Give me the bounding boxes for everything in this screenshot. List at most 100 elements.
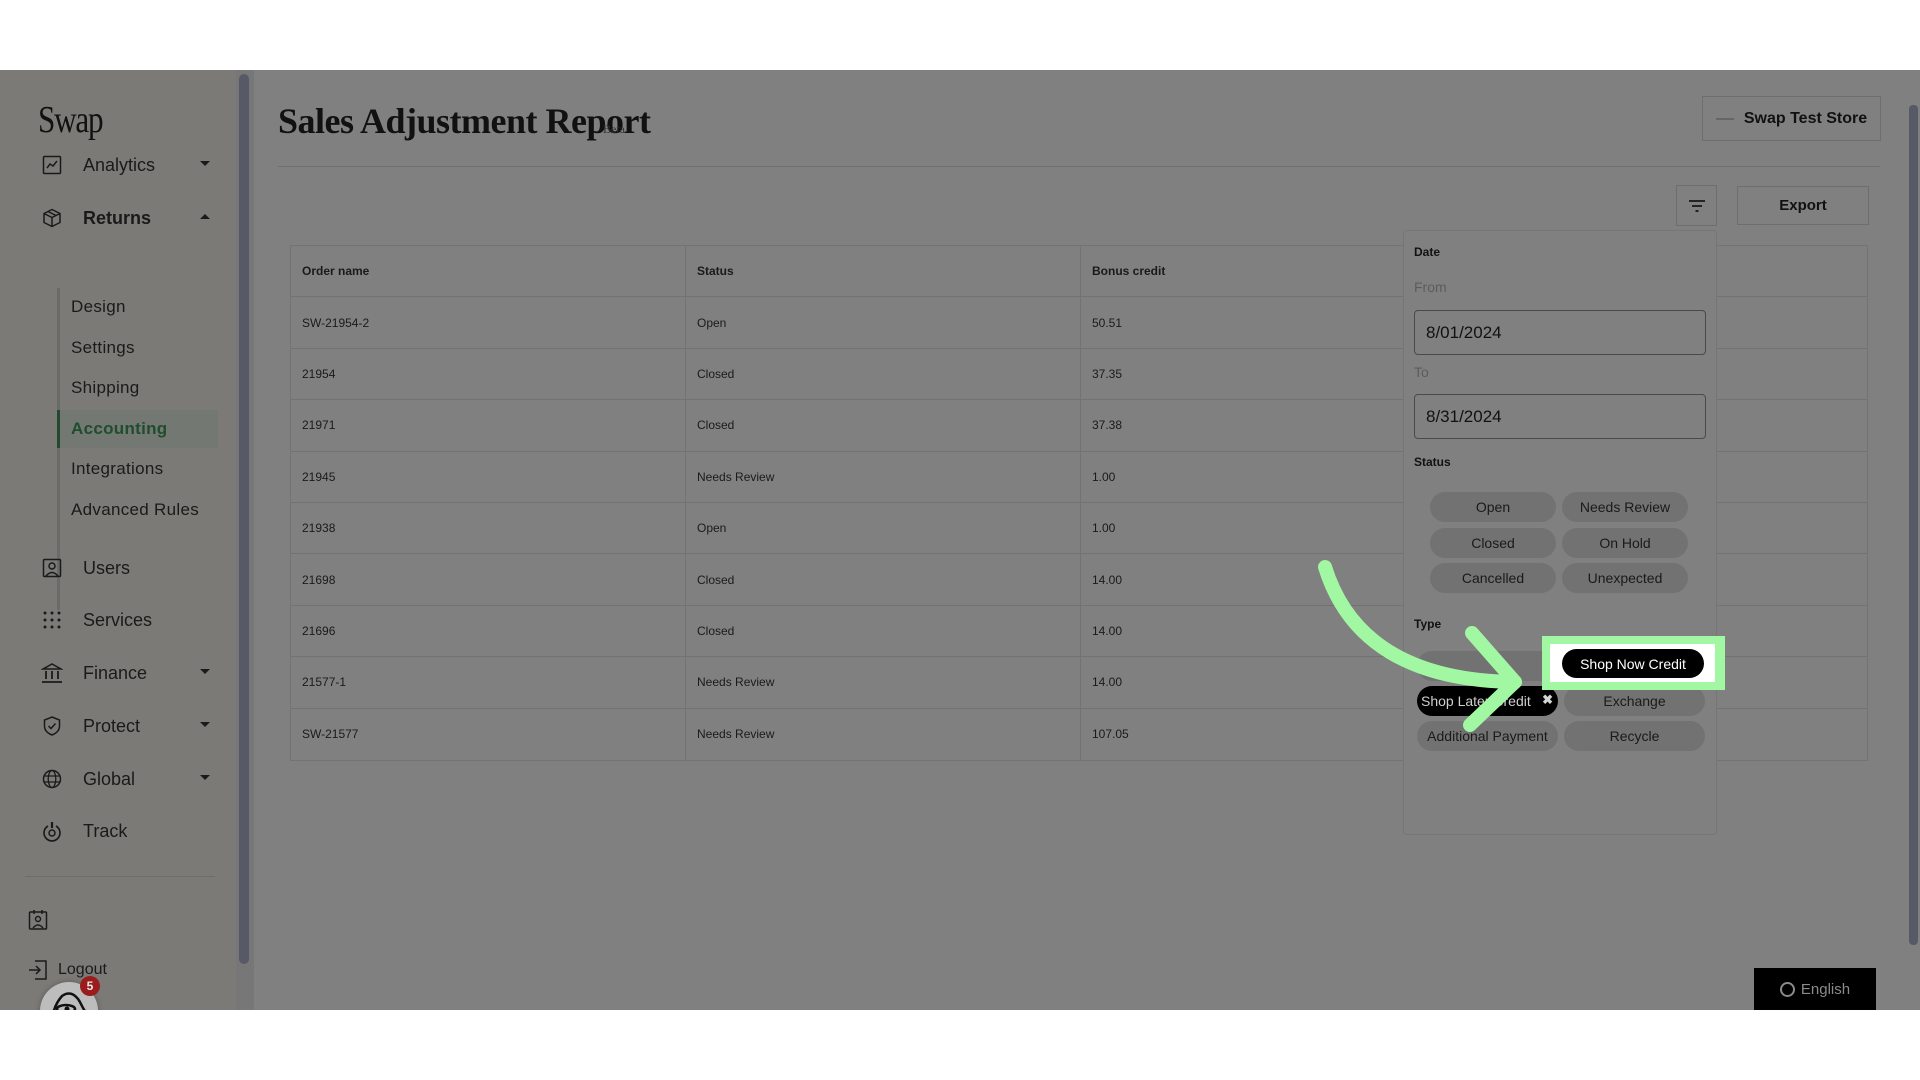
bottom-margin [0,1010,1920,1080]
sidebar-item-services[interactable]: Services [40,603,210,637]
status-chip-on-hold[interactable]: On Hold [1562,528,1688,558]
sidebar-item-users[interactable]: Users [40,551,210,585]
cell-order-name: SW-21577 [291,708,686,760]
cell-status: Closed [686,400,1081,451]
user-icon [40,556,64,580]
cell-status: Needs Review [686,657,1081,708]
sidebar-item-label: Returns [83,207,152,228]
sidebar-item-label: Analytics [83,154,156,175]
column-header-status[interactable]: Status [686,246,1081,297]
sidebar-scrollbar[interactable] [239,74,249,964]
shield-icon [40,714,64,738]
store-logo-icon [1715,117,1734,120]
status-chip-closed[interactable]: Closed [1430,528,1556,558]
chevron-down-icon[interactable] [200,722,210,727]
cell-status: Open [686,297,1081,348]
status-chip-unexpected[interactable]: Unexpected [1562,563,1688,593]
cell-order-name: 21945 [291,451,686,502]
type-chip-exchange[interactable]: Exchange [1564,686,1705,716]
cell-status: Needs Review [686,708,1081,760]
sidebar-item-label: Finance [83,662,148,683]
from-date-input[interactable]: 8/01/2024 [1414,310,1706,355]
store-selector-button[interactable]: Swap Test Store [1702,96,1881,141]
cell-status: Closed [686,348,1081,400]
column-header-order-name[interactable]: Order name [291,246,686,297]
beta-badge: Beta [603,122,625,136]
sidebar-item-protect[interactable]: Protect [40,709,210,743]
logo[interactable]: Swap [38,98,104,142]
chevron-down-icon[interactable] [200,775,210,780]
status-chip-needs-review[interactable]: Needs Review [1562,492,1688,522]
account-item[interactable] [28,905,58,935]
sidebar-item-label: Global [83,768,136,789]
type-chip-shop-later-credit[interactable]: Shop Later Credit ✖ [1417,686,1558,716]
sidebar-subitem-integrations[interactable]: Integrations [57,450,218,488]
type-section-label: Type [1414,617,1442,631]
sidebar-item-global[interactable]: Global [40,762,210,796]
to-date-input[interactable]: 8/31/2024 [1414,394,1706,439]
app-window: Swap Analytics Returns Design Settings S… [0,70,1920,1010]
box-icon [40,206,64,230]
store-name: Swap Test Store [1743,109,1868,127]
cell-order-name: 21696 [291,605,686,657]
chevron-down-icon[interactable] [200,161,210,166]
chart-icon [40,153,64,177]
logout-icon [29,960,47,980]
sidebar-subitem-settings[interactable]: Settings [57,329,218,367]
cell-status: Open [686,502,1081,554]
logout-label: Logout [58,961,107,978]
type-chip-additional-payment[interactable]: Additional Payment [1417,721,1558,751]
top-margin [0,0,1920,70]
language-button[interactable]: English [1754,968,1876,1010]
from-label: From [1414,279,1447,295]
cell-order-name: 21954 [291,348,686,400]
cell-order-name: 21577-1 [291,657,686,708]
cell-order-name: SW-21954-2 [291,297,686,348]
cell-order-name: 21938 [291,502,686,554]
sidebar-item-label: Track [83,820,128,841]
sidebar-item-label: Protect [83,715,141,736]
grid-icon [40,608,64,632]
sidebar-subitem-advanced-rules[interactable]: Advanced Rules [57,491,218,529]
account-icon [28,910,48,930]
status-chip-open[interactable]: Open [1430,492,1556,522]
sidebar-item-label: Services [83,609,153,630]
cell-status: Needs Review [686,451,1081,502]
sidebar-subitem-accounting[interactable]: Accounting [57,410,218,448]
status-chip-cancelled[interactable]: Cancelled [1430,563,1556,593]
to-label: To [1414,364,1429,380]
sidebar-divider [25,876,215,877]
sidebar-item-analytics[interactable]: Analytics [40,148,210,182]
cell-order-name: 21971 [291,400,686,451]
sidebar-subitem-design[interactable]: Design [57,288,218,326]
type-chip-hidden[interactable] [1417,651,1558,681]
sidebar-item-track[interactable]: Track [40,814,210,848]
remove-icon[interactable]: ✖ [1542,692,1553,708]
sidebar-subitem-shipping[interactable]: Shipping [57,369,218,407]
sidebar-item-returns[interactable]: Returns [40,201,210,235]
filter-panel: Date From 8/01/2024 To 8/31/2024 Status … [1403,230,1717,835]
date-section-label: Date [1414,245,1441,259]
chevron-down-icon[interactable] [200,669,210,674]
status-section-label: Status [1414,455,1451,469]
filter-icon [1688,199,1705,212]
language-label: English [1800,980,1851,998]
track-icon [40,819,64,843]
chip-label: Shop Later Credit [1421,693,1531,709]
header-divider [278,166,1880,167]
main-scrollbar[interactable] [1909,105,1918,945]
bank-icon [40,661,64,685]
sidebar-item-label: Users [83,557,131,578]
sidebar-item-finance[interactable]: Finance [40,656,210,690]
cell-status: Closed [686,605,1081,657]
cell-status: Closed [686,554,1081,605]
language-icon [1779,981,1795,997]
chevron-up-icon[interactable] [200,214,210,219]
type-chip-recycle[interactable]: Recycle [1564,721,1705,751]
filter-button[interactable] [1676,185,1717,226]
export-button[interactable]: Export [1737,186,1869,225]
sidebar: Swap Analytics Returns Design Settings S… [0,70,236,1010]
notification-badge: 5 [80,976,100,996]
globe-icon [40,767,64,791]
type-chip-shop-now-credit[interactable]: Shop Now Credit [1562,649,1704,678]
